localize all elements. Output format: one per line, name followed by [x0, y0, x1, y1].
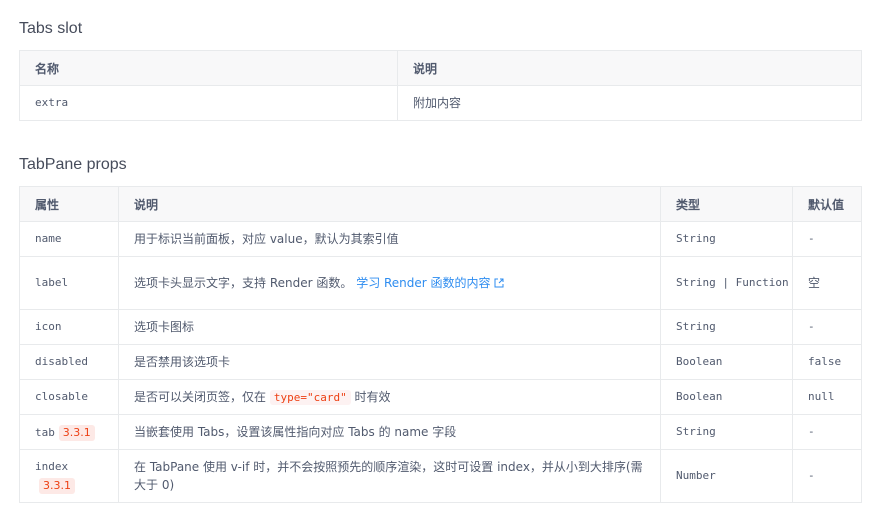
props-table-header: 属性 说明 类型 默认值	[19, 186, 862, 222]
slot-section-title: Tabs slot	[19, 20, 83, 37]
prop-type: Number	[660, 449, 793, 503]
prop-default: null	[792, 379, 862, 415]
render-docs-link[interactable]: 学习 Render 函数的内容	[356, 276, 504, 290]
table-row: tab 3.3.1 当嵌套使用 Tabs，设置该属性指向对应 Tabs 的 na…	[19, 414, 862, 450]
prop-type: String | Function	[660, 256, 793, 310]
prop-default: -	[792, 449, 862, 503]
prop-default: false	[792, 344, 862, 380]
prop-desc: 是否禁用该选项卡	[118, 344, 661, 380]
prop-desc: 在 TabPane 使用 v-if 时，并不会按照预先的顺序渲染，这时可设置 i…	[118, 449, 661, 503]
slot-table: 名称 说明 extra 附加内容	[19, 50, 862, 121]
prop-attr-name: index	[35, 460, 69, 473]
prop-attr-name: tab	[35, 425, 55, 439]
prop-attr: index 3.3.1	[19, 449, 119, 503]
table-row: extra 附加内容	[19, 85, 862, 121]
prop-type: Boolean	[660, 344, 793, 380]
slot-desc: 附加内容	[397, 85, 862, 121]
prop-attr: disabled	[19, 344, 119, 380]
slot-name: extra	[19, 85, 398, 121]
header-name: 名称	[19, 50, 398, 86]
header-attr: 属性	[19, 186, 119, 222]
table-row: index 3.3.1 在 TabPane 使用 v-if 时，并不会按照预先的…	[19, 449, 862, 503]
prop-desc: 选项卡图标	[118, 309, 661, 345]
prop-desc: 用于标识当前面板，对应 value，默认为其索引值	[118, 221, 661, 257]
prop-attr: tab 3.3.1	[19, 414, 119, 450]
header-desc: 说明	[397, 50, 862, 86]
prop-desc: 是否可以关闭页签，仅在 type="card" 时有效	[118, 379, 661, 415]
prop-desc: 当嵌套使用 Tabs，设置该属性指向对应 Tabs 的 name 字段	[118, 414, 661, 450]
prop-desc-text: 是否可以关闭页签，仅在	[134, 389, 267, 404]
table-row: disabled 是否禁用该选项卡 Boolean false	[19, 344, 862, 380]
prop-type: String	[660, 221, 793, 257]
prop-default: -	[792, 309, 862, 345]
table-row: name 用于标识当前面板，对应 value，默认为其索引值 String -	[19, 221, 862, 257]
table-row: closable 是否可以关闭页签，仅在 type="card" 时有效 Boo…	[19, 379, 862, 415]
prop-desc-text: 时有效	[354, 389, 391, 404]
prop-desc-text: 选项卡头显示文字，支持 Render 函数。	[134, 276, 353, 290]
prop-default: -	[792, 414, 862, 450]
prop-attr: icon	[19, 309, 119, 345]
prop-default: -	[792, 221, 862, 257]
prop-type: String	[660, 309, 793, 345]
prop-attr: label	[19, 256, 119, 310]
external-link-icon	[494, 278, 504, 288]
table-row: icon 选项卡图标 String -	[19, 309, 862, 345]
prop-attr: name	[19, 221, 119, 257]
render-docs-link-text: 学习 Render 函数的内容	[356, 276, 491, 290]
version-badge: 3.3.1	[58, 424, 95, 441]
prop-type: String	[660, 414, 793, 450]
prop-attr: closable	[19, 379, 119, 415]
props-table: 属性 说明 类型 默认值 name 用于标识当前面板，对应 value，默认为其…	[19, 186, 862, 503]
table-row: label 选项卡头显示文字，支持 Render 函数。 学习 Render 函…	[19, 256, 862, 310]
code-snippet: type="card"	[269, 389, 351, 405]
slot-table-header: 名称 说明	[19, 50, 862, 86]
header-type: 类型	[660, 186, 793, 222]
header-desc: 说明	[118, 186, 661, 222]
props-section-title: TabPane props	[19, 156, 127, 173]
prop-type: Boolean	[660, 379, 793, 415]
prop-desc: 选项卡头显示文字，支持 Render 函数。 学习 Render 函数的内容	[118, 256, 661, 310]
version-badge: 3.3.1	[39, 478, 75, 494]
prop-default: 空	[792, 256, 862, 310]
header-default: 默认值	[792, 186, 862, 222]
